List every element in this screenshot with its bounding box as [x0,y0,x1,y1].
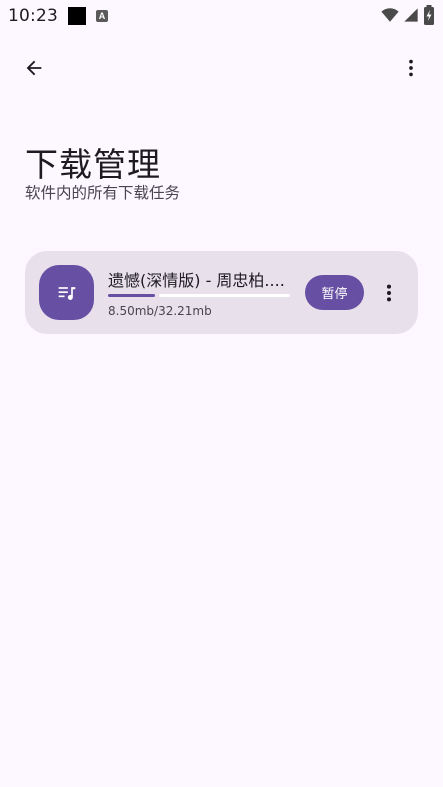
pause-button[interactable]: 暂停 [305,275,364,310]
queue-music-icon [58,286,75,300]
track-thumbnail [39,265,94,320]
progress-remaining [159,294,290,297]
page-subtitle: 软件内的所有下载任务 [25,184,181,202]
more-options-button[interactable] [391,48,431,88]
battery-charging-icon [424,5,434,25]
progress-fill [108,294,156,297]
download-progress-bar [108,294,290,297]
track-title: 遗憾(深情版) - 周忠柏.... [108,271,285,290]
download-manager-screen: 10:23 A 下载管理 软件内的所有下载任务 遗憾(深情版) - 周忠柏...… [0,0,443,787]
page-title: 下载管理 [25,145,161,184]
a-icon: A [96,10,108,22]
download-item[interactable]: 遗憾(深情版) - 周忠柏.... 8.50mb/32.21mb 暂停 [25,251,418,334]
download-size: 8.50mb/32.21mb [108,304,212,318]
notification-square-icon [68,7,86,25]
arrow-back-icon [26,60,42,76]
status-icons [381,5,435,25]
cell-signal-icon [404,8,418,22]
back-button[interactable] [14,48,54,88]
wifi-icon [381,8,399,22]
item-menu-button[interactable] [375,275,403,310]
status-time: 10:23 [8,6,58,26]
more-vert-icon [386,284,392,301]
status-bar: 10:23 A [0,0,443,32]
more-vert-icon [409,59,413,77]
